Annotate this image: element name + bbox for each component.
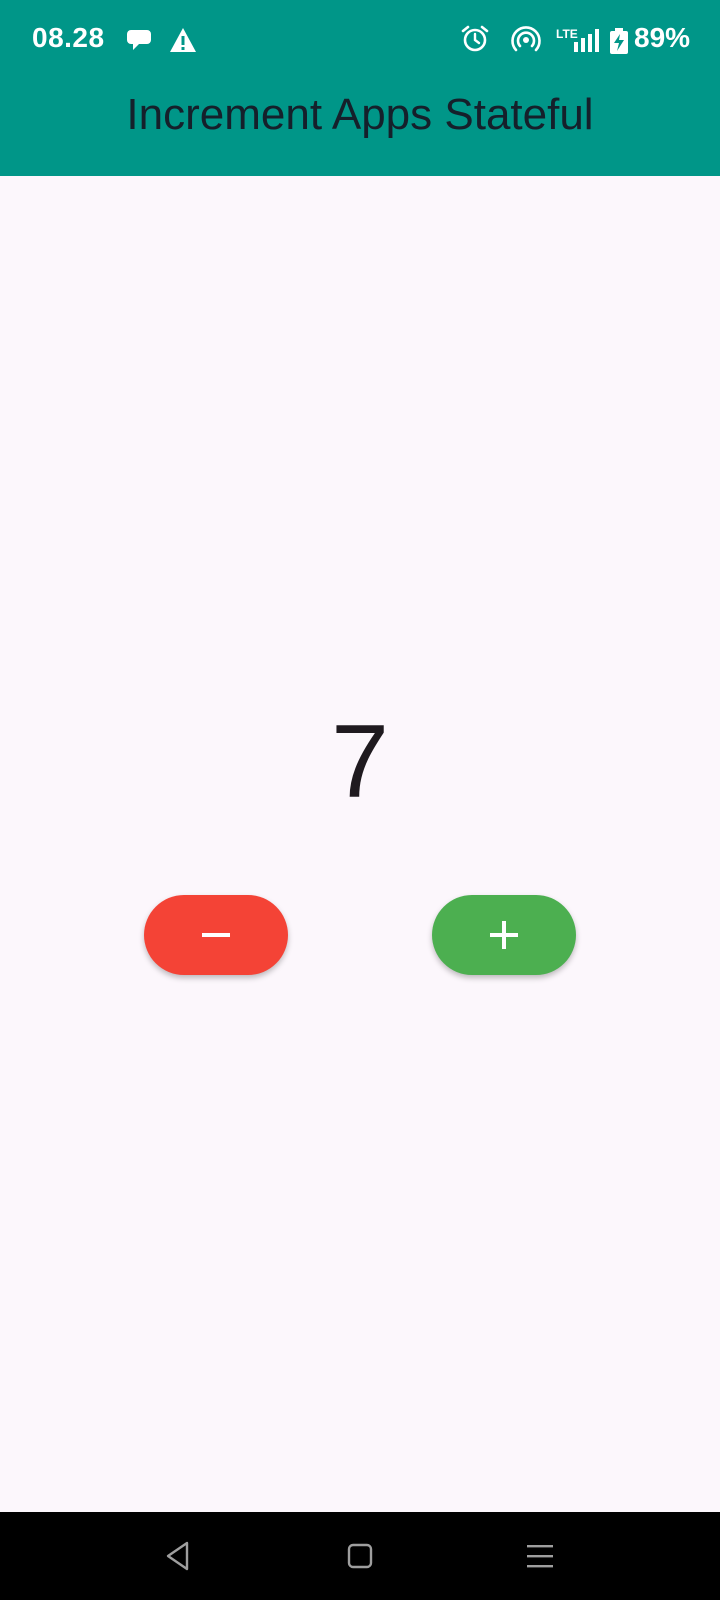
home-icon bbox=[347, 1543, 373, 1569]
minus-icon bbox=[202, 933, 230, 937]
signal-icon bbox=[574, 29, 599, 52]
page-title: Increment Apps Stateful bbox=[126, 90, 594, 139]
plus-icon bbox=[490, 921, 518, 949]
nav-back-button[interactable] bbox=[154, 1532, 202, 1580]
battery-charging-icon bbox=[610, 28, 628, 54]
increment-button[interactable] bbox=[432, 895, 576, 975]
alarm-icon bbox=[461, 25, 489, 52]
app-header: 08.28 LTE 89% Increment Apps Stateful bbox=[0, 0, 720, 176]
status-bar: 08.28 LTE 89% bbox=[0, 0, 720, 80]
nav-menu-button[interactable] bbox=[516, 1532, 564, 1580]
counter-value: 7 bbox=[331, 704, 389, 820]
nav-home-button[interactable] bbox=[336, 1532, 384, 1580]
chat-bubble-icon bbox=[127, 30, 151, 50]
back-icon bbox=[166, 1541, 189, 1571]
warning-icon bbox=[170, 28, 196, 52]
decrement-button[interactable] bbox=[144, 895, 288, 975]
navigation-bar bbox=[0, 1512, 720, 1600]
menu-icon bbox=[527, 1545, 553, 1568]
hotspot-icon bbox=[511, 26, 541, 52]
battery-percent: 89% bbox=[634, 22, 691, 53]
status-time: 08.28 bbox=[32, 22, 105, 53]
